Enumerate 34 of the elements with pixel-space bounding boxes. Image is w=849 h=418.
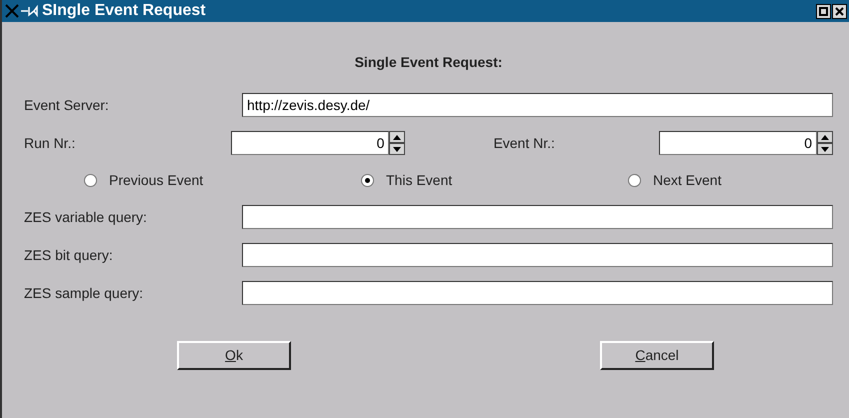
ok-button[interactable]: Ok	[177, 341, 291, 370]
server-field[interactable]: http://zevis.desy.de/	[242, 93, 833, 117]
radio-option[interactable]: Next Event	[628, 170, 722, 190]
up-triangle-icon	[392, 134, 402, 140]
down-arrow-button[interactable]	[389, 143, 406, 155]
maximize-button[interactable]	[816, 4, 831, 18]
close-icon	[834, 6, 845, 16]
up-arrow-button[interactable]	[817, 131, 833, 143]
dialog-heading: Single Event Request:	[354, 53, 504, 72]
down-triangle-icon	[392, 146, 402, 152]
maximize-icon	[818, 6, 829, 16]
window-menu-icon[interactable]	[4, 3, 38, 19]
query-field[interactable]	[242, 243, 833, 267]
down-triangle-icon	[820, 146, 830, 152]
spin-arrows[interactable]	[817, 131, 833, 155]
cancel-button[interactable]: Cancel	[600, 341, 714, 370]
radio-option[interactable]: Previous Event	[84, 170, 204, 190]
field-label: Run Nr.:	[24, 134, 76, 152]
up-arrow-button[interactable]	[389, 131, 406, 143]
close-button[interactable]	[832, 4, 847, 18]
query-field[interactable]	[242, 281, 833, 305]
run-number-field[interactable]: 0	[231, 131, 390, 155]
spin-arrows[interactable]	[389, 131, 406, 155]
field-label: ZES bit query:	[24, 246, 114, 265]
event-number-field[interactable]: 0	[659, 131, 817, 155]
field-label: ZES sample query:	[24, 284, 144, 303]
query-field[interactable]	[242, 205, 833, 229]
field-label: Event Server:	[24, 96, 110, 114]
down-arrow-button[interactable]	[817, 143, 833, 155]
radio-option[interactable]: This Event	[361, 170, 452, 190]
field-label: ZES variable query:	[24, 208, 148, 227]
window-title: SIngle Event Request	[42, 1, 207, 21]
up-triangle-icon	[820, 134, 830, 140]
field-label: Event Nr.:	[493, 134, 556, 152]
